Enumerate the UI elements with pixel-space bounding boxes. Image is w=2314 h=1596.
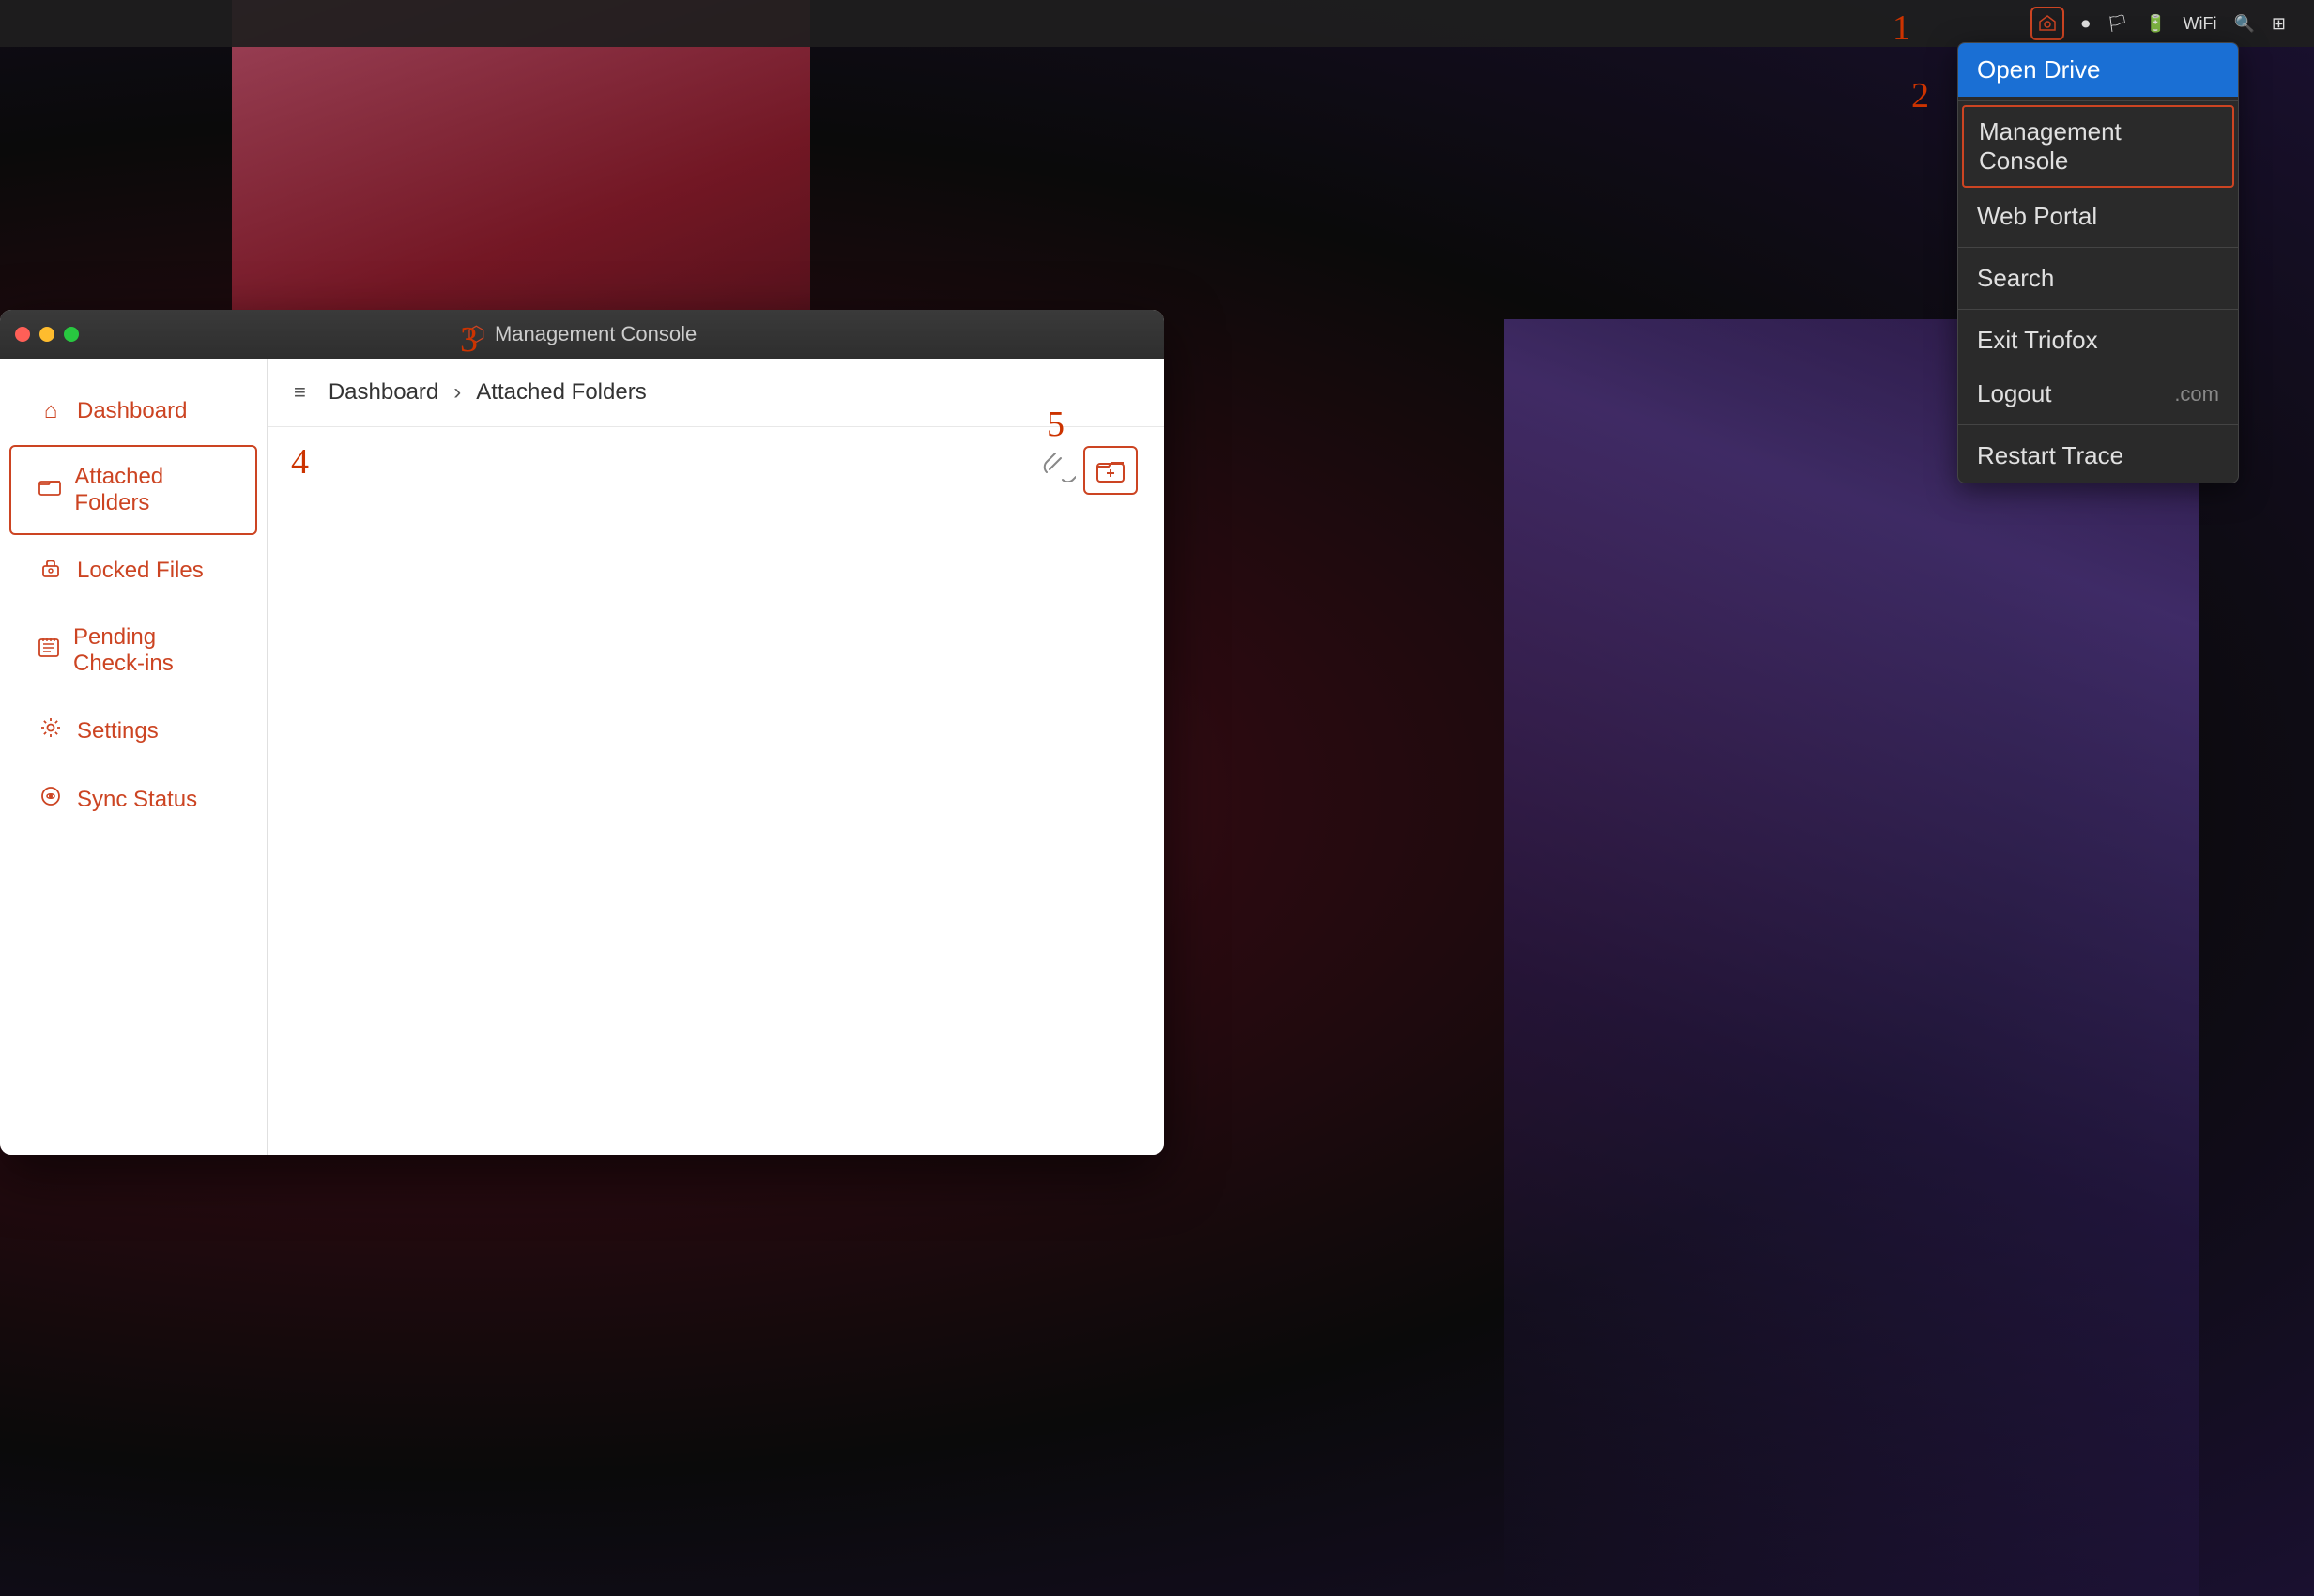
dropdown-item-logout[interactable]: Logout .com <box>1958 367 2238 421</box>
minimize-button[interactable] <box>39 327 54 342</box>
console-window: ⬡ Management Console ⌂ Dashboard Attache… <box>0 310 1164 1155</box>
flag-icon[interactable]: 🏳 <box>2107 14 2128 34</box>
dropdown-menu: Open Drive Management Console Web Portal… <box>1957 42 2239 483</box>
breadcrumb-current: Attached Folders <box>476 379 646 406</box>
sidebar-item-pending-checkins[interactable]: Pending Check-ins <box>9 606 257 696</box>
breadcrumb-home: Dashboard <box>329 379 438 406</box>
breadcrumb-bar: ≡ Dashboard › Attached Folders <box>268 359 1164 427</box>
sidebar: ⌂ Dashboard Attached Folders <box>0 359 268 1155</box>
attach-folder-button[interactable] <box>1083 446 1138 495</box>
attach-btn-area <box>1042 446 1138 495</box>
breadcrumb-separator: › <box>453 379 461 406</box>
sidebar-item-sync-status[interactable]: Sync Status <box>9 766 257 833</box>
dropdown-item-management-console[interactable]: Management Console <box>1962 105 2234 188</box>
step-3-annotation: 3 <box>460 319 478 361</box>
attached-folders-icon <box>38 477 61 503</box>
dropdown-item-web-portal[interactable]: Web Portal <box>1958 190 2238 243</box>
window-body: ⌂ Dashboard Attached Folders <box>0 359 1164 1155</box>
web-portal-label: Web Portal <box>1977 202 2097 231</box>
main-content: ≡ Dashboard › Attached Folders <box>268 359 1164 1155</box>
management-console-label: Management Console <box>1979 117 2217 176</box>
dashboard-label: Dashboard <box>77 398 187 424</box>
logout-label: Logout <box>1977 379 2052 408</box>
divider-2 <box>1958 247 2238 248</box>
sidebar-item-settings[interactable]: Settings <box>9 698 257 764</box>
wifi-icon[interactable]: WiFi <box>2184 14 2217 34</box>
divider-3 <box>1958 309 2238 310</box>
battery-icon[interactable]: 🔋 <box>2145 14 2166 34</box>
control-center-icon[interactable]: ⊞ <box>2272 14 2286 34</box>
content-area <box>268 427 1164 1155</box>
sidebar-item-dashboard[interactable]: ⌂ Dashboard <box>9 379 257 443</box>
sync-status-icon <box>38 785 64 814</box>
search-menubar-icon[interactable]: 🔍 <box>2233 14 2254 34</box>
settings-label: Settings <box>77 718 159 744</box>
locked-files-icon <box>38 556 64 585</box>
titlebar-title: ⬡ Management Console <box>467 322 697 346</box>
restart-trace-label: Restart Trace <box>1977 441 2123 470</box>
sidebar-item-attached-folders[interactable]: Attached Folders <box>9 445 257 535</box>
dropdown-item-search[interactable]: Search <box>1958 252 2238 305</box>
hamburger-icon[interactable]: ≡ <box>294 380 306 405</box>
record-icon[interactable]: ⏺ <box>2081 14 2090 34</box>
exit-label: Exit Triofox <box>1977 326 2098 355</box>
pending-checkins-label: Pending Check-ins <box>73 624 229 677</box>
dropdown-item-open-drive[interactable]: Open Drive <box>1958 43 2238 97</box>
maximize-button[interactable] <box>64 327 79 342</box>
dropdown-item-restart-trace[interactable]: Restart Trace <box>1958 429 2238 483</box>
settings-icon <box>38 716 64 745</box>
sync-status-label: Sync Status <box>77 787 197 813</box>
step-1-annotation: 1 <box>1893 8 1910 49</box>
attach-link-icon <box>1042 453 1076 488</box>
step-4-annotation: 4 <box>291 441 309 483</box>
dropdown-item-exit[interactable]: Exit Triofox <box>1958 314 2238 367</box>
logout-suffix: .com <box>2174 382 2219 407</box>
pending-checkins-icon <box>38 637 60 666</box>
menubar: ⏺ 🏳 🔋 WiFi 🔍 ⊞ <box>0 0 2314 47</box>
triofox-menubar-icon[interactable] <box>2030 7 2064 40</box>
divider-4 <box>1958 424 2238 425</box>
search-label: Search <box>1977 264 2054 293</box>
attached-folders-label: Attached Folders <box>74 464 229 516</box>
menubar-icons: ⏺ 🏳 🔋 WiFi 🔍 ⊞ <box>2030 7 2286 40</box>
locked-files-label: Locked Files <box>77 558 204 584</box>
open-drive-label: Open Drive <box>1977 55 2101 84</box>
titlebar: ⬡ Management Console <box>0 310 1164 359</box>
titlebar-buttons <box>15 327 79 342</box>
sidebar-item-locked-files[interactable]: Locked Files <box>9 537 257 604</box>
step-2-annotation: 2 <box>1911 75 1929 116</box>
divider-1 <box>1958 100 2238 101</box>
window-title-text: Management Console <box>495 322 697 346</box>
step-5-annotation: 5 <box>1047 404 1065 445</box>
close-button[interactable] <box>15 327 30 342</box>
dashboard-icon: ⌂ <box>38 398 64 424</box>
